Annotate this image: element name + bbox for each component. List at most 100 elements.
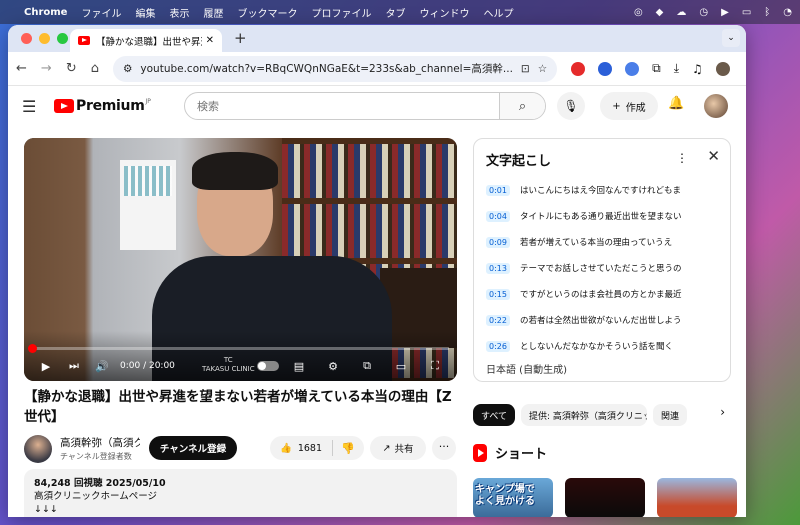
menu-bookmarks[interactable]: ブックマーク (237, 5, 297, 20)
search-button[interactable]: ⌕ (499, 93, 545, 119)
close-tab-icon[interactable]: ✕ (206, 35, 214, 46)
view-count-date: 84,248 回視聴 2025/05/10 (34, 478, 166, 489)
subtitles-icon[interactable]: ▤ (285, 360, 313, 373)
reload-icon[interactable]: ↻ (66, 61, 77, 76)
url-text[interactable]: youtube.com/watch?v=RBqCWQnNGaE&t=233s&a… (140, 61, 513, 76)
voice-search-mic-icon[interactable]: 🎙 (557, 92, 585, 120)
bookmark-star-icon[interactable]: ☆ (538, 63, 547, 75)
channel-name[interactable]: 高須幹弥（高須クリニック） (60, 435, 140, 450)
transcript-timestamp[interactable]: 0:22 (486, 314, 510, 326)
hamburger-menu-icon[interactable]: ☰ (22, 97, 44, 116)
fullscreen-icon[interactable]: ⛶ (421, 359, 449, 373)
short-thumbnail[interactable] (657, 478, 737, 517)
bluetooth-icon[interactable]: ᛒ (764, 7, 770, 18)
menu-window[interactable]: ウィンドウ (419, 5, 469, 20)
chrome-menu-icon[interactable]: ⋮ (743, 62, 746, 76)
transcript-language-selector[interactable]: 日本語 (自動生成) (486, 361, 567, 376)
status-icon[interactable]: ◎ (634, 7, 643, 18)
theater-mode-icon[interactable]: ▭ (387, 360, 415, 373)
account-avatar[interactable] (704, 94, 728, 118)
channel-avatar[interactable] (24, 435, 52, 463)
close-window-button[interactable] (21, 33, 32, 44)
short-thumbnail[interactable]: キャンプ場で よく見かける (473, 478, 553, 517)
menu-tab[interactable]: タブ (385, 5, 405, 20)
media-control-icon[interactable]: ♫ (692, 62, 703, 76)
transcript-timestamp[interactable]: 0:26 (486, 340, 510, 352)
scrubber-handle[interactable] (28, 344, 37, 353)
transcript-line[interactable]: 0:15 ですがというのはま会社員の方とかま最近 (486, 287, 722, 301)
transcript-line[interactable]: 0:04 タイトルにもある通り最近出世を望まない (486, 209, 722, 223)
address-bar[interactable]: ⚙ youtube.com/watch?v=RBqCWQnNGaE&t=233s… (112, 55, 558, 82)
search-input[interactable] (185, 93, 499, 119)
miniplayer-icon[interactable]: ⧉ (353, 359, 381, 373)
menu-profiles[interactable]: プロファイル (311, 5, 371, 20)
minimize-window-button[interactable] (39, 33, 50, 44)
autoplay-toggle[interactable] (257, 361, 279, 371)
close-transcript-icon[interactable]: ✕ (707, 147, 720, 165)
logo-region: JP (145, 97, 151, 105)
clock-icon[interactable]: ◷ (699, 7, 708, 18)
transcript-line[interactable]: 0:13 テーマでお話しさせていただこうと思うの (486, 261, 722, 275)
chevron-right-icon[interactable]: › (714, 405, 725, 419)
back-arrow-icon[interactable]: ← (16, 61, 27, 76)
create-button[interactable]: + 作成 (600, 92, 658, 120)
short-thumbnail[interactable] (565, 478, 645, 517)
dislike-button[interactable]: 👎 (333, 442, 355, 455)
share-button[interactable]: ↗ 共有 (370, 436, 426, 460)
puzzle-extensions-icon[interactable]: ⧉ (652, 61, 661, 76)
profile-avatar[interactable] (715, 61, 730, 76)
menu-view[interactable]: 表示 (169, 5, 189, 20)
opera-extension-icon[interactable] (571, 61, 586, 76)
play-icon[interactable]: ▶ (721, 7, 729, 18)
notifications-bell-icon[interactable]: 🔔 (668, 96, 684, 111)
video-player[interactable]: TC TAKASU CLINIC ▶ ⏭ 🔊 0:00 / 20:00 ▤ ⚙ … (24, 138, 457, 381)
progress-bar[interactable] (28, 344, 449, 353)
tab-youtube[interactable]: 【静かな退職】出世や昇進を望ま ✕ (70, 29, 222, 52)
menu-app-chrome[interactable]: Chrome (24, 7, 67, 18)
menu-edit[interactable]: 編集 (135, 5, 155, 20)
subscribe-button[interactable]: チャンネル登録 (149, 436, 237, 460)
transcript-line[interactable]: 0:01 はいこんにちはえ今回なんですけれどもま (486, 183, 722, 197)
like-button[interactable]: 👍 1681 (270, 440, 334, 456)
more-actions-icon[interactable]: ··· (432, 436, 456, 460)
cloud-icon[interactable]: ☁ (676, 7, 686, 18)
transcript-line[interactable]: 0:26 としないんだなかなかそういう話を聞く (486, 339, 722, 353)
menu-file[interactable]: ファイル (81, 5, 121, 20)
display-icon[interactable]: ▭ (742, 7, 751, 18)
extension-icon[interactable] (598, 61, 613, 76)
transcript-timestamp[interactable]: 0:04 (486, 210, 510, 222)
transcript-timestamp[interactable]: 0:09 (486, 236, 510, 248)
translate-extension-icon[interactable] (625, 61, 640, 76)
description-box[interactable]: 84,248 回視聴 2025/05/10 高須クリニックホームページ ↓↓↓ (24, 469, 457, 517)
download-icon[interactable]: ⤓ (674, 61, 679, 76)
zoom-window-button[interactable] (57, 33, 68, 44)
transcript-timestamp[interactable]: 0:15 (486, 288, 510, 300)
menu-history[interactable]: 履歴 (203, 5, 223, 20)
chip-channel[interactable]: 提供: 高須幹弥（高須クリニック） (521, 404, 648, 426)
home-icon[interactable]: ⌂ (91, 61, 99, 76)
search-box: ⌕ (184, 92, 546, 120)
chip-related[interactable]: 関連 (653, 404, 688, 426)
new-tab-button[interactable]: + (234, 29, 247, 47)
transcript-menu-icon[interactable]: ⋮ (676, 151, 688, 165)
menu-help[interactable]: ヘルプ (483, 5, 513, 20)
next-video-icon[interactable]: ⏭ (60, 359, 88, 373)
share-arrow-icon: ↗ (382, 442, 391, 454)
settings-gear-icon[interactable]: ⚙ (319, 360, 347, 373)
transcript-timestamp[interactable]: 0:01 (486, 184, 510, 196)
wifi-icon[interactable]: ◔ (783, 7, 792, 18)
forward-arrow-icon[interactable]: → (41, 61, 52, 76)
transcript-timestamp[interactable]: 0:13 (486, 262, 510, 274)
tab-search-chevron-icon[interactable]: ⌄ (722, 29, 740, 47)
transcript-line[interactable]: 0:22 の若者は全然出世欲がないんだ出世しよう (486, 313, 722, 327)
dropbox-icon[interactable]: ◆ (656, 7, 664, 18)
volume-icon[interactable]: 🔊 (88, 360, 116, 373)
transcript-line[interactable]: 0:09 若者が増えている本当の理由っていうえ (486, 235, 722, 249)
transcript-title: 文字起こし (486, 154, 552, 169)
browser-toolbar: ← → ↻ ⌂ ⚙ youtube.com/watch?v=RBqCWQnNGa… (8, 52, 746, 86)
play-icon[interactable]: ▶ (32, 360, 60, 373)
chip-all[interactable]: すべて (473, 404, 516, 426)
youtube-premium-logo[interactable]: Premium JP (54, 98, 151, 114)
site-info-icon[interactable]: ⚙ (123, 63, 132, 75)
install-app-icon[interactable]: ⊡ (521, 63, 530, 75)
